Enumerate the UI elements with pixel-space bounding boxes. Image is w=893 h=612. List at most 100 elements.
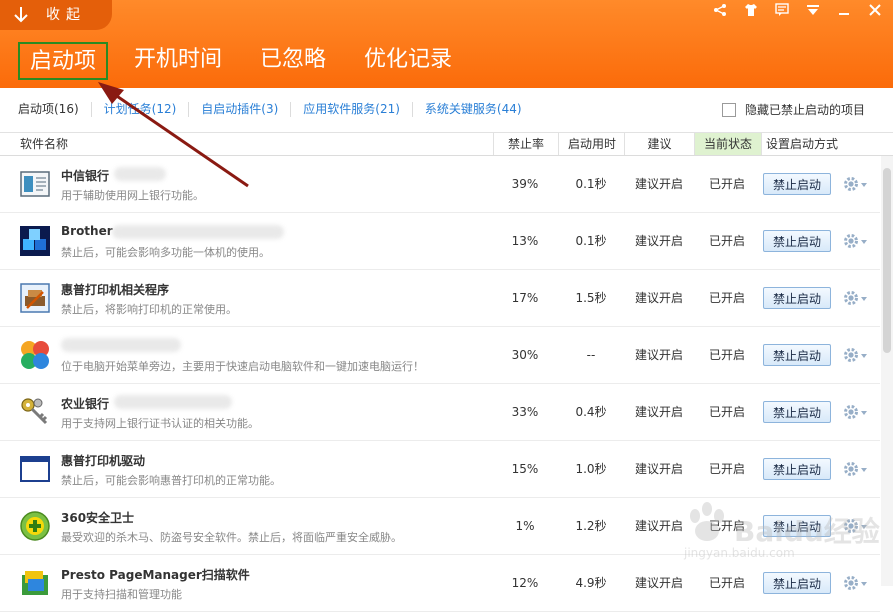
app-name: 中信银行 (61, 169, 110, 183)
gear-dropdown-icon[interactable] (842, 517, 868, 535)
gear-dropdown-icon[interactable] (842, 175, 868, 193)
colorful-balls-icon (21, 341, 49, 369)
table-row[interactable]: 位于电脑开始菜单旁边，主要用于快速启动电脑软件和一键加速电脑运行！ 30% --… (0, 327, 880, 384)
app-name: Brother (61, 224, 113, 238)
main-tabs: 启动项 开机时间 已忽略 优化记录 (18, 42, 478, 80)
suggestion: 建议开启 (634, 177, 683, 191)
column-header-status[interactable]: 当前状态 (694, 133, 761, 155)
bank-window-icon (20, 171, 50, 197)
disable-rate: 1% (515, 519, 535, 533)
tab-startup-items[interactable]: 启动项 (18, 42, 109, 80)
tab-optimize-history[interactable]: 优化记录 (352, 42, 464, 80)
share-icon[interactable] (710, 2, 730, 18)
close-icon[interactable] (865, 2, 885, 18)
driver-window-icon (20, 456, 50, 482)
startup-time: 4.9秒 (575, 576, 607, 590)
current-status: 已开启 (708, 177, 745, 191)
app-name: 360安全卫士 (61, 511, 135, 525)
disable-rate: 33% (511, 405, 539, 419)
table-row[interactable]: 中信银行 用于辅助使用网上银行功能。 39% 0.1秒 建议开启 已开启 禁止启… (0, 156, 880, 213)
table-row[interactable]: 惠普打印机相关程序 禁止后，将影响打印机的正常使用。 17% 1.5秒 建议开启… (0, 270, 880, 327)
column-header-name[interactable]: 软件名称 (20, 133, 220, 155)
disable-startup-button[interactable]: 禁止启动 (763, 287, 831, 309)
current-status: 已开启 (708, 462, 745, 476)
subtab-autostart-plugins[interactable]: 自启动插件(3) (188, 102, 290, 117)
app-desc: 禁止后，可能会影响多功能一体机的使用。 (61, 246, 270, 259)
disable-rate: 12% (511, 576, 539, 590)
startup-time: -- (586, 348, 596, 362)
current-status: 已开启 (708, 234, 745, 248)
suggestion: 建议开启 (634, 348, 683, 362)
disable-startup-button[interactable]: 禁止启动 (763, 230, 831, 252)
column-header-rate[interactable]: 禁止率 (493, 133, 558, 155)
app-desc: 位于电脑开始菜单旁边，主要用于快速启动电脑软件和一键加速电脑运行！ (61, 360, 424, 373)
current-status: 已开启 (708, 291, 745, 305)
gear-dropdown-icon[interactable] (842, 232, 868, 250)
gear-dropdown-icon[interactable] (842, 574, 868, 592)
shirt-icon[interactable] (741, 2, 761, 18)
startup-time: 0.4秒 (575, 405, 607, 419)
app-desc: 用于支持网上银行证书认证的相关功能。 (61, 417, 259, 430)
app-name: 惠普打印机驱动 (61, 454, 146, 468)
suggestion: 建议开启 (634, 234, 683, 248)
current-status: 已开启 (708, 519, 745, 533)
app-name: 农业银行 (61, 397, 110, 411)
gear-dropdown-icon[interactable] (842, 460, 868, 478)
current-status: 已开启 (708, 348, 745, 362)
suggestion: 建议开启 (634, 576, 683, 590)
app-name: 惠普打印机相关程序 (61, 283, 170, 297)
startup-time: 1.0秒 (575, 462, 607, 476)
column-headers: 软件名称 禁止率 启动用时 建议 当前状态 设置启动方式 (0, 133, 893, 156)
gear-dropdown-icon[interactable] (842, 289, 868, 307)
collapse-label: 收起 (46, 7, 86, 23)
disable-rate: 13% (511, 234, 539, 248)
subtab-app-services[interactable]: 应用软件服务(21) (290, 102, 412, 117)
subtab-scheduled-tasks[interactable]: 计划任务(12) (90, 102, 189, 117)
gear-dropdown-icon[interactable] (842, 403, 868, 421)
window-controls (710, 2, 885, 18)
scanner-icon (22, 571, 48, 595)
disable-rate: 17% (511, 291, 539, 305)
disable-rate: 15% (511, 462, 539, 476)
message-icon[interactable] (772, 2, 792, 18)
security-shield-plus-icon (20, 511, 50, 541)
app-desc: 用于辅助使用网上银行功能。 (61, 189, 204, 202)
startup-list: 中信银行 用于辅助使用网上银行功能。 39% 0.1秒 建议开启 已开启 禁止启… (0, 156, 880, 612)
app-desc: 禁止后，可能会影响惠普打印机的正常功能。 (61, 474, 281, 487)
suggestion: 建议开启 (634, 291, 683, 305)
suggestion: 建议开启 (634, 405, 683, 419)
hide-disabled-toggle[interactable]: 隐藏已禁止启动的项目 (722, 101, 865, 118)
startup-time: 1.2秒 (575, 519, 607, 533)
disable-startup-button[interactable]: 禁止启动 (763, 458, 831, 480)
subtab-system-services[interactable]: 系统关键服务(44) (411, 102, 534, 117)
header-bar: 收起 启动项 开机时间 已忽略 优化记录 (0, 0, 893, 88)
current-status: 已开启 (708, 405, 745, 419)
hide-disabled-checkbox[interactable] (722, 102, 736, 117)
scrollbar-thumb[interactable] (883, 168, 891, 353)
disable-startup-button[interactable]: 禁止启动 (763, 173, 831, 195)
disable-startup-button[interactable]: 禁止启动 (763, 401, 831, 423)
table-row[interactable]: Presto PageManager扫描软件 用于支持扫描和管理功能 12% 4… (0, 555, 880, 612)
suggestion: 建议开启 (634, 519, 683, 533)
column-header-time[interactable]: 启动用时 (558, 133, 625, 155)
table-row[interactable]: 360安全卫士 最受欢迎的杀木马、防盗号安全软件。禁止后，将面临严重安全威胁。 … (0, 498, 880, 555)
app-desc: 用于支持扫描和管理功能 (61, 588, 182, 601)
disable-startup-button[interactable]: 禁止启动 (763, 572, 831, 594)
minimize-icon[interactable] (834, 2, 854, 18)
tab-boot-time[interactable]: 开机时间 (122, 42, 234, 80)
tab-ignored[interactable]: 已忽略 (248, 42, 338, 80)
disable-startup-button[interactable]: 禁止启动 (763, 515, 831, 537)
table-row[interactable]: 惠普打印机驱动 禁止后，可能会影响惠普打印机的正常功能。 15% 1.0秒 建议… (0, 441, 880, 498)
app-desc: 禁止后，将影响打印机的正常使用。 (61, 303, 237, 316)
column-header-suggestion[interactable]: 建议 (624, 133, 694, 155)
collapse-button[interactable]: 收起 (0, 0, 112, 30)
current-status: 已开启 (708, 576, 745, 590)
menu-icon[interactable] (803, 2, 823, 18)
gear-dropdown-icon[interactable] (842, 346, 868, 364)
disable-startup-button[interactable]: 禁止启动 (763, 344, 831, 366)
brother-cubes-icon (20, 226, 50, 256)
table-row[interactable]: Brother 禁止后，可能会影响多功能一体机的使用。 13% 0.1秒 建议开… (0, 213, 880, 270)
subtab-startup-items[interactable]: 启动项(16) (6, 102, 91, 117)
table-row[interactable]: 农业银行 用于支持网上银行证书认证的相关功能。 33% 0.4秒 建议开启 已开… (0, 384, 880, 441)
disable-rate: 30% (511, 348, 539, 362)
